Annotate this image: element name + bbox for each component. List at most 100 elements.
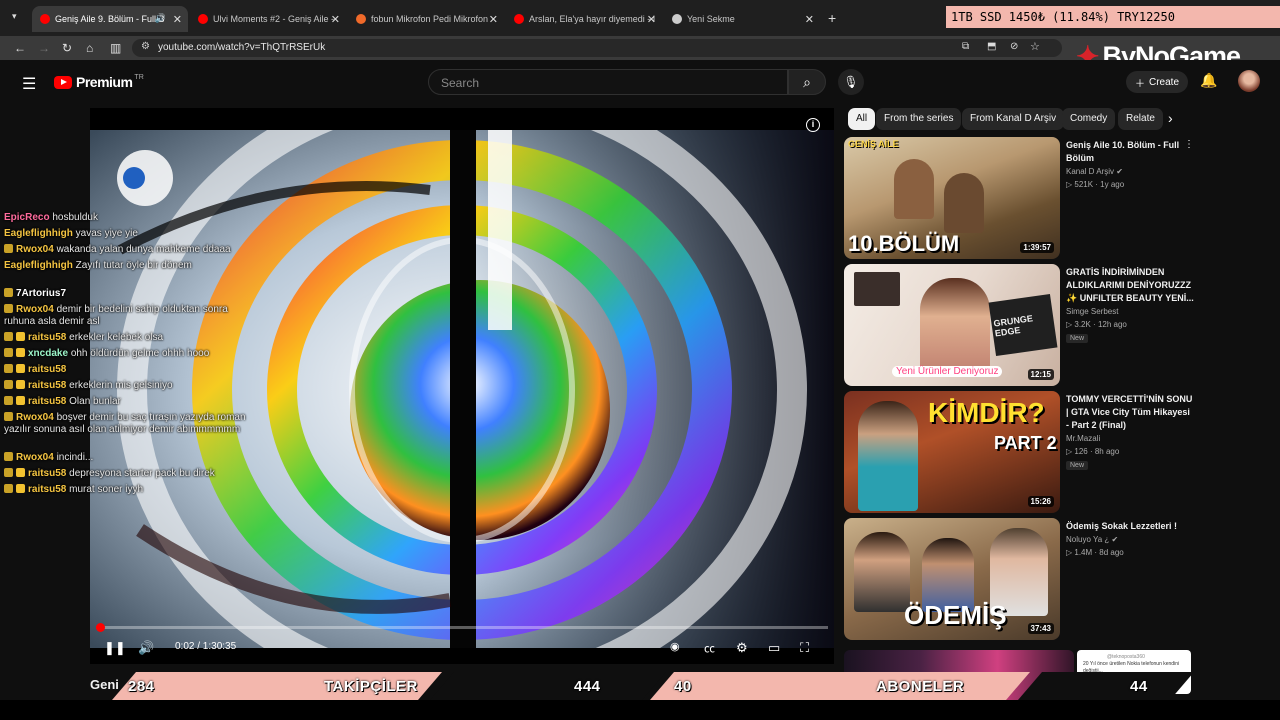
filter-chip[interactable]: Comedy [1062,108,1116,130]
chat-message: Rwox04 boşver demir bu saç tıraşın yazıy… [4,412,246,436]
chat-username[interactable]: Eagleflighhigh [4,260,73,271]
time-display: 0:02 / 1:30:35 [175,641,237,652]
recommendation-item[interactable]: KİMDİR? PART 2 15:26 TOMMY VERCETTİ'NİN … [844,391,1194,513]
fullscreen-icon[interactable]: ⛶ [800,640,809,656]
video-meta: ▷ 3.2K · 12h ago [1066,320,1127,329]
chat-username[interactable]: raitsu58 [28,364,66,375]
video-title[interactable]: Geniş Aile 10. Bölüm - Full Bölüm [1066,139,1194,165]
search-button[interactable]: ⌕ [788,69,826,95]
autoplay-toggle-icon[interactable]: ◉ [670,640,680,653]
create-button[interactable]: ＋ Create [1126,71,1188,93]
recommendation-item[interactable]: ÖDEMİŞ 37:43 Ödemiş Sokak Lezzetleri ! N… [844,518,1194,640]
youtube-play-logo-icon [54,75,72,89]
recommendation-item[interactable]: GENİŞ AİLE 10.BÖLÜM 1:39:57 Geniş Aile 1… [844,137,1194,259]
chat-username[interactable]: Rwox04 [16,412,54,423]
settings-gear-icon[interactable]: ⚙ [736,640,748,656]
menu-hamburger-icon[interactable]: ☰ [22,74,36,94]
chat-username[interactable]: raitsu58 [28,484,66,495]
forward-arrow-icon[interactable]: → [38,41,50,55]
back-arrow-icon[interactable]: ← [14,41,26,55]
tab-close-icon[interactable]: ✕ [173,13,182,26]
browser-tab[interactable]: Ulvi Moments #2 - Geniş Aile - ✕ [190,6,346,32]
channel-name[interactable]: Noluyo Ya ¿ ✔ [1066,535,1118,544]
thumb-person [894,159,934,219]
thumb-person [920,278,990,374]
info-icon[interactable]: i [806,118,820,132]
browser-tab[interactable]: Arslan, Ela'ya hayır diyemedi - I ✕ [506,6,662,32]
tab-label: Arslan, Ela'ya hayır diyemedi - I [529,14,656,24]
browser-tab[interactable]: fobun Mikrofon Pedi Mikrofon ✕ [348,6,504,32]
bookmark-star-icon[interactable]: ☆ [1030,40,1040,53]
chat-username[interactable]: Rwox04 [16,244,54,255]
tab-close-icon[interactable]: ✕ [489,13,498,26]
chat-text: incindi... [56,452,94,463]
thumb-person [858,401,918,511]
browser-tab[interactable]: Yeni Sekme ✕ [664,6,820,32]
address-bar[interactable]: ⚙ youtube.com/watch?v=ThQTrRSErUk ⧉ ⬒ ⊘ … [132,39,1062,57]
filter-chip[interactable]: All [848,108,876,130]
chat-username[interactable]: raitsu58 [28,396,66,407]
chat-message: Rwox04 wakanda yalan dunya mahkeme ddaaa [4,244,246,256]
sub-badge-icon [4,380,13,389]
voice-search-button[interactable]: 🎙 [838,69,864,95]
video-title[interactable]: TOMMY VERCETTİ'NİN SONU | GTA Vice City … [1066,393,1194,432]
search-input[interactable]: Search [428,69,788,95]
chat-username[interactable]: raitsu58 [28,332,66,343]
channel-name[interactable]: Kanal D Arşiv ✔ [1066,167,1123,176]
theater-mode-icon[interactable]: ▭ [768,640,780,656]
install-icon[interactable]: ⬒ [987,41,996,52]
chat-username[interactable]: raitsu58 [28,468,66,479]
youtube-premium-logo[interactable]: Premium TR [54,74,144,90]
chevron-right-icon[interactable]: › [1168,110,1173,126]
url-text[interactable]: youtube.com/watch?v=ThQTrRSErUk [158,42,325,53]
tab-search-chevron-icon[interactable]: ▾ [12,11,17,22]
volume-icon[interactable]: 🔊 [138,640,154,656]
video-title[interactable]: Ödemiş Sokak Lezzetleri ! [1066,520,1194,533]
home-icon[interactable]: ⌂ [86,41,93,55]
recommendation-item[interactable]: GRUNGE EDGE Yeni Ürünler Deniyoruz 12:15… [844,264,1194,386]
chat-username[interactable]: EpicReco [4,212,50,223]
video-thumbnail[interactable]: KİMDİR? PART 2 15:26 [844,391,1060,513]
crown-badge-icon [16,468,25,477]
filter-chip[interactable]: From Kanal D Arşiv [962,108,1065,130]
progress-bar[interactable] [96,623,828,632]
new-tab-plus-icon[interactable]: + [828,10,836,26]
tab-close-icon[interactable]: ✕ [647,13,656,26]
video-meta: ▷ 126 · 8h ago [1066,447,1120,456]
chat-username[interactable]: 7Artorius7 [16,288,66,299]
video-title[interactable]: GRATİS İNDİRİMİNDEN ALDIKLARIMI DENİYORU… [1066,266,1194,305]
video-thumbnail[interactable]: GRUNGE EDGE Yeni Ürünler Deniyoruz 12:15 [844,264,1060,386]
video-thumbnail[interactable]: ÖDEMİŞ 37:43 [844,518,1060,640]
filter-chip[interactable]: Relate [1118,108,1163,130]
far-right-count: 44 [1130,678,1148,695]
pause-icon[interactable]: ❚❚ [104,640,126,656]
filter-chip[interactable]: From the series [876,108,962,130]
split-view-icon[interactable]: ▥ [110,41,121,55]
chat-username[interactable]: xncdake [28,348,68,359]
tab-audio-icon[interactable]: 🔊 [155,13,166,24]
new-badge: New [1066,461,1089,470]
notifications-bell-icon[interactable]: 🔔 [1200,72,1217,89]
reload-icon[interactable]: ↻ [62,41,72,55]
video-thumbnail[interactable]: GENİŞ AİLE 10.BÖLÜM 1:39:57 [844,137,1060,259]
chat-username[interactable]: Rwox04 [16,452,54,463]
browser-tab-active[interactable]: Geniş Aile 9. Bölüm - Full B 🔊 ✕ [32,6,188,32]
duration-badge: 15:26 [1027,496,1054,507]
tab-close-icon[interactable]: ✕ [331,13,340,26]
channel-name[interactable]: Mr.Mazali [1066,434,1100,443]
chat-username[interactable]: Eagleflighhigh [4,228,73,239]
cast-icon[interactable]: ⧉ [962,41,969,52]
more-actions-icon[interactable]: ⋮ [1184,139,1194,150]
chat-username[interactable]: Rwox04 [16,304,54,315]
channel-name[interactable]: Simge Serbest [1066,307,1118,316]
site-info-icon[interactable]: ⚙ [141,41,150,52]
chat-text: erkekler kelebek olsa [69,332,164,343]
account-avatar[interactable] [1238,70,1260,92]
chat-username[interactable]: raitsu58 [28,380,66,391]
tab-close-icon[interactable]: ✕ [805,13,814,26]
captions-icon[interactable]: ㏄ [704,640,715,656]
followers-label: TAKİPÇİLER [324,678,418,695]
chat-text: erkeklerin mis gelsiniyo [69,380,173,391]
tab-label: Yeni Sekme [687,14,735,24]
eye-off-icon[interactable]: ⊘ [1010,41,1018,52]
